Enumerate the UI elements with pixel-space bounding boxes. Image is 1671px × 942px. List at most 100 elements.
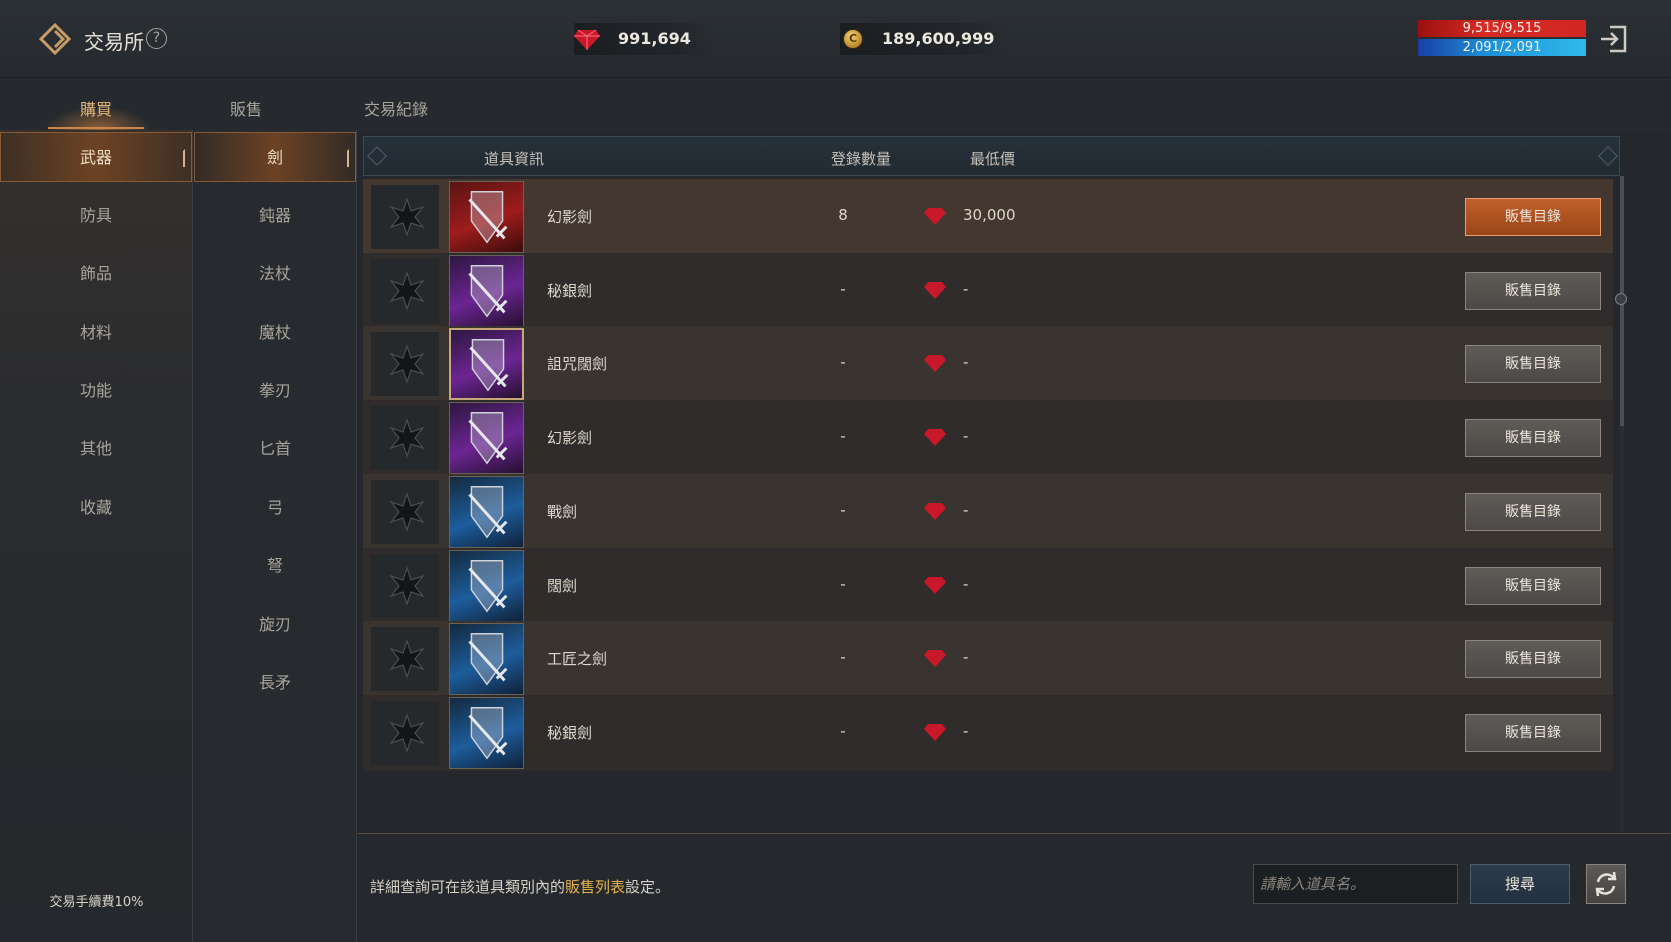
item-name: 詛咒闊劍 (547, 355, 608, 374)
sell-list-button[interactable]: 販售目錄 (1465, 566, 1601, 605)
favorite-cell[interactable] (371, 479, 439, 544)
subcategory-blunt[interactable]: 鈍器 (194, 191, 356, 241)
favorite-star-icon[interactable] (387, 197, 427, 237)
listing-count: - (840, 353, 846, 372)
listing-count: - (840, 648, 846, 667)
header-item-info: 道具資訊 (484, 150, 545, 168)
subcategory-sword[interactable]: 劍 (194, 132, 356, 182)
table-row[interactable]: 工匠之劍 - - 販售目錄 (363, 621, 1613, 698)
sword-item-icon[interactable] (449, 402, 524, 475)
favorite-star-icon[interactable] (387, 418, 427, 458)
favorite-star-icon[interactable] (387, 712, 427, 753)
sell-list-button[interactable]: 販售目錄 (1465, 345, 1601, 384)
min-price: - (963, 279, 969, 298)
min-price: - (963, 353, 969, 372)
favorite-star-icon[interactable] (387, 344, 427, 385)
tab-buy[interactable]: 購買 (80, 96, 112, 120)
sell-list-button[interactable]: 販售目錄 (1465, 198, 1601, 236)
min-price: - (963, 648, 969, 667)
favorite-star-icon[interactable] (387, 639, 427, 680)
refresh-icon (1595, 871, 1617, 897)
favorite-cell[interactable] (371, 258, 439, 323)
ruby-icon (574, 29, 600, 50)
ruby-icon (924, 208, 946, 225)
sword-item-icon[interactable] (449, 549, 524, 622)
header-listing-count: 登錄數量 (831, 150, 892, 168)
table-row[interactable]: 闊劍 - - 販售目錄 (363, 547, 1613, 624)
ruby-icon (924, 281, 946, 299)
favorite-cell[interactable] (371, 406, 439, 471)
sword-item-icon[interactable] (449, 696, 524, 769)
category-list: 武器 防具 飾品 材料 功能 其他 收藏 交易手續費10% (0, 130, 193, 942)
favorite-star-icon[interactable] (387, 491, 427, 532)
favorite-cell[interactable] (371, 627, 439, 692)
item-search-input[interactable] (1253, 864, 1458, 904)
item-name: 工匠之劍 (547, 650, 608, 669)
min-price: - (963, 721, 969, 740)
hint-before: 詳細查詢可在該道具類別內的 (370, 878, 566, 896)
refresh-button[interactable] (1586, 864, 1626, 904)
listing-count: - (840, 500, 846, 519)
favorite-cell[interactable] (371, 553, 439, 618)
listing-count: - (840, 279, 846, 298)
ruby-icon (924, 576, 946, 594)
sword-item-icon[interactable] (449, 328, 524, 401)
sell-list-link[interactable]: 販售列表 (565, 878, 625, 896)
subcategory-wand[interactable]: 魔杖 (194, 308, 356, 358)
table-row[interactable]: 幻影劍 - - 販售目錄 (363, 400, 1613, 477)
listing-count: - (840, 427, 846, 446)
favorite-star-icon[interactable] (387, 565, 427, 606)
table-row[interactable]: 戰劍 - - 販售目錄 (363, 473, 1613, 550)
hint-after: 設定。 (625, 878, 671, 896)
back-arrow-icon[interactable] (38, 22, 72, 56)
hp-bar: 9,515/9,515 (1418, 20, 1586, 37)
sell-list-button[interactable]: 販售目錄 (1465, 713, 1601, 752)
search-button[interactable]: 搜尋 (1470, 864, 1570, 904)
gold-coin-icon (843, 29, 863, 49)
table-row[interactable]: 幻影劍 8 30,000 販售目錄 (363, 179, 1613, 255)
min-price: - (963, 500, 969, 519)
subcategory-staff[interactable]: 法杖 (194, 249, 356, 299)
sell-list-button[interactable]: 販售目錄 (1465, 271, 1601, 310)
min-price: 30,000 (963, 206, 1016, 224)
category-weapon[interactable]: 武器 (0, 132, 192, 182)
sword-item-icon[interactable] (449, 181, 524, 253)
scrollbar-handle-icon[interactable] (1615, 293, 1627, 305)
header-ornament-icon (1598, 146, 1618, 166)
subcategory-spear[interactable]: 長矛 (194, 658, 356, 708)
exit-icon[interactable] (1598, 24, 1628, 54)
favorite-star-icon[interactable] (387, 270, 427, 311)
subcategory-crossbow[interactable]: 弩 (194, 541, 356, 591)
sell-list-button[interactable]: 販售目錄 (1465, 492, 1601, 531)
list-header: 道具資訊 登錄數量 最低價 (363, 136, 1620, 176)
sword-item-icon[interactable] (449, 623, 524, 696)
subcategory-fist-blade[interactable]: 拳刃 (194, 366, 356, 416)
sword-item-icon[interactable] (449, 475, 524, 548)
table-row[interactable]: 詛咒闊劍 - - 販售目錄 (363, 326, 1613, 403)
favorite-cell[interactable] (371, 700, 439, 765)
table-row[interactable]: 秘銀劍 - - 販售目錄 (363, 694, 1613, 771)
page-title: 交易所 (84, 30, 144, 54)
table-row[interactable]: 秘銀劍 - - 販售目錄 (363, 252, 1613, 329)
tab-sell[interactable]: 販售 (230, 96, 262, 120)
tab-history[interactable]: 交易紀錄 (364, 96, 428, 120)
subcategory-bow[interactable]: 弓 (194, 483, 356, 533)
subcategory-chakram[interactable]: 旋刃 (194, 600, 356, 650)
top-bar: 交易所 ? 991,694 189,600,999 9,515/9,515 2,… (0, 0, 1671, 78)
subcategory-dagger[interactable]: 匕首 (194, 424, 356, 474)
help-icon[interactable]: ? (146, 28, 167, 49)
listing-count: 8 (838, 206, 848, 224)
sword-item-icon[interactable] (449, 254, 524, 327)
category-function[interactable]: 功能 (0, 366, 192, 416)
category-armor[interactable]: 防具 (0, 191, 192, 241)
active-tab-underline (48, 127, 144, 129)
category-accessory[interactable]: 飾品 (0, 249, 192, 299)
favorite-cell[interactable] (371, 332, 439, 397)
category-other[interactable]: 其他 (0, 424, 192, 474)
category-material[interactable]: 材料 (0, 308, 192, 358)
sell-list-button[interactable]: 販售目錄 (1465, 640, 1601, 679)
favorite-cell[interactable] (371, 185, 439, 249)
ruby-icon (924, 723, 946, 741)
category-collection[interactable]: 收藏 (0, 483, 192, 533)
sell-list-button[interactable]: 販售目錄 (1465, 419, 1601, 458)
